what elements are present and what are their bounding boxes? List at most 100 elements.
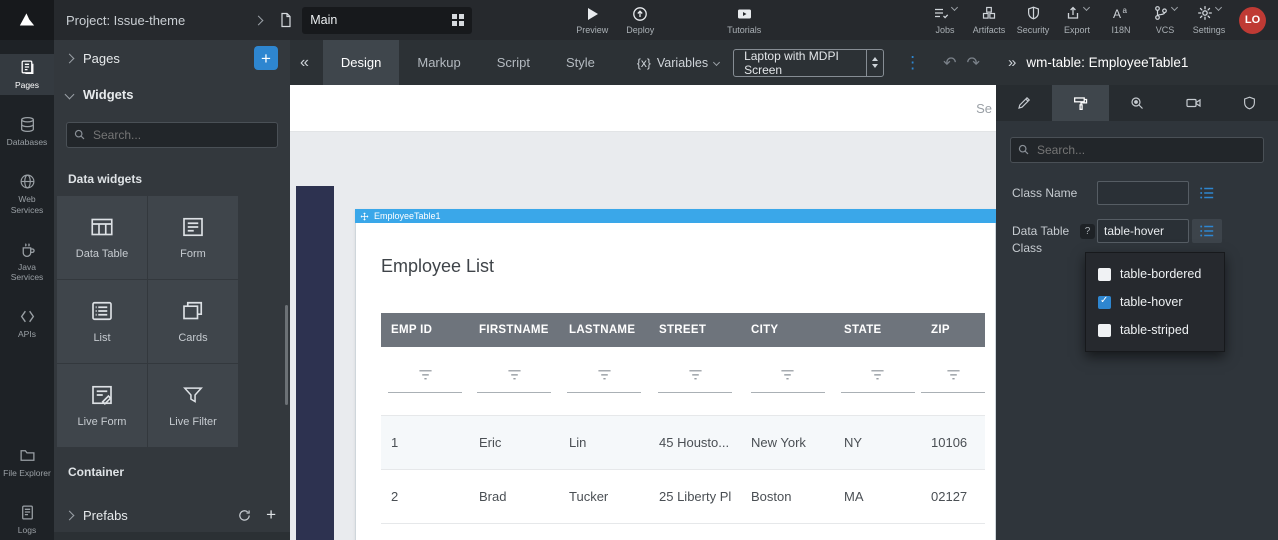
filter-cell[interactable] — [649, 347, 741, 415]
undo-icon[interactable]: ↶ — [943, 53, 956, 73]
filter-funnel-icon[interactable] — [780, 369, 795, 382]
column-header[interactable]: FIRSTNAME — [469, 313, 559, 347]
tab-media[interactable] — [1165, 85, 1221, 121]
widget-card-form[interactable]: Form — [148, 196, 238, 279]
app-page-header[interactable]: Se — [290, 85, 996, 132]
column-header[interactable]: ZIP — [921, 313, 985, 347]
checkbox[interactable] — [1098, 296, 1111, 309]
filter-funnel-icon[interactable] — [597, 369, 612, 382]
column-header[interactable]: LASTNAME — [559, 313, 649, 347]
filter-funnel-icon[interactable] — [688, 369, 703, 382]
filter-cell[interactable] — [834, 347, 921, 415]
filter-input[interactable] — [658, 392, 732, 393]
dropdown-item-table-hover[interactable]: table-hover — [1086, 288, 1224, 316]
tab-styles[interactable] — [1052, 85, 1108, 121]
device-selector[interactable]: Laptop with MDPI Screen — [733, 49, 884, 77]
column-header[interactable]: STREET — [649, 313, 741, 347]
add-page-button[interactable]: + — [254, 46, 278, 70]
data-table-class-input[interactable] — [1097, 219, 1189, 243]
filter-cell[interactable] — [559, 347, 649, 415]
employee-table[interactable]: EMP ID FIRSTNAME LASTNAME STREET CITY ST… — [381, 313, 985, 540]
tab-design[interactable]: Design — [323, 40, 399, 85]
panel-scrollbar[interactable] — [285, 305, 288, 405]
filter-funnel-icon[interactable] — [946, 369, 961, 382]
filter-cell[interactable] — [741, 347, 834, 415]
widget-card-live-filter[interactable]: Live Filter — [148, 364, 238, 447]
user-avatar[interactable]: LO — [1239, 7, 1266, 34]
widget-search-input[interactable] — [66, 122, 278, 148]
column-header[interactable]: EMP ID — [381, 313, 469, 347]
tab-script[interactable]: Script — [479, 40, 548, 85]
i18n-button[interactable]: Aa I18N — [1101, 5, 1141, 35]
help-icon[interactable]: ? — [1080, 224, 1095, 239]
redo-icon[interactable]: ↷ — [966, 53, 979, 73]
design-canvas[interactable]: Se EmployeeTable1 Employee List — [290, 85, 996, 540]
properties-search-input[interactable] — [1010, 137, 1264, 163]
tab-inspect[interactable] — [1109, 85, 1165, 121]
filter-input[interactable] — [477, 392, 551, 393]
preview-button[interactable]: Preview — [568, 6, 616, 35]
prefabs-section-header[interactable]: Prefabs + — [54, 497, 290, 533]
tutorials-button[interactable]: Tutorials — [720, 6, 768, 35]
page-selector[interactable]: Main — [302, 7, 472, 34]
rail-item-web-services[interactable]: Web Services — [0, 168, 54, 219]
tab-security[interactable] — [1222, 85, 1278, 121]
settings-button[interactable]: Settings — [1189, 5, 1229, 35]
variables-button[interactable]: {x} Variables — [637, 56, 719, 70]
filter-funnel-icon[interactable] — [870, 369, 885, 382]
checkbox[interactable] — [1098, 324, 1111, 337]
filter-cell[interactable] — [381, 347, 469, 415]
filter-input[interactable] — [921, 392, 985, 393]
more-menu-icon[interactable]: ⋮ — [904, 54, 921, 71]
widgets-section-header[interactable]: Widgets — [54, 76, 290, 112]
column-header[interactable]: STATE — [834, 313, 921, 347]
app-page-body[interactable]: EmployeeTable1 Employee List EMP ID FIRS… — [290, 132, 996, 540]
table-row-partial[interactable] — [381, 523, 985, 540]
rail-item-file-explorer[interactable]: File Explorer — [0, 442, 54, 483]
security-button[interactable]: Security — [1013, 5, 1053, 35]
artifacts-button[interactable]: Artifacts — [969, 5, 1009, 35]
export-button[interactable]: Export — [1057, 5, 1097, 35]
table-title[interactable]: Employee List — [381, 256, 494, 277]
tab-properties[interactable] — [996, 85, 1052, 121]
dropdown-item-table-bordered[interactable]: table-bordered — [1086, 260, 1224, 288]
widget-card-data-table[interactable]: Data Table — [57, 196, 147, 279]
filter-input[interactable] — [841, 392, 915, 393]
widget-selection-bar[interactable]: EmployeeTable1 — [355, 209, 996, 223]
rail-item-apis[interactable]: APIs — [0, 303, 54, 344]
deploy-button[interactable]: Deploy — [616, 6, 664, 35]
widget-card-cards[interactable]: Cards — [148, 280, 238, 363]
filter-input[interactable] — [567, 392, 641, 393]
filter-funnel-icon[interactable] — [418, 369, 433, 382]
column-header[interactable]: CITY — [741, 313, 834, 347]
project-chevron-icon[interactable] — [254, 15, 264, 25]
class-name-input[interactable] — [1097, 181, 1189, 205]
widget-card-live-form[interactable]: Live Form — [57, 364, 147, 447]
wavemaker-logo[interactable] — [0, 0, 54, 40]
collapse-right-panel-icon[interactable]: » — [1008, 54, 1016, 71]
rail-item-databases[interactable]: Databases — [0, 111, 54, 152]
class-name-list-button[interactable] — [1192, 181, 1222, 205]
refresh-prefabs-button[interactable] — [235, 506, 254, 525]
app-search-text[interactable]: Se — [976, 101, 992, 116]
dropdown-item-table-striped[interactable]: table-striped — [1086, 316, 1224, 344]
filter-input[interactable] — [388, 392, 462, 393]
app-left-nav[interactable] — [296, 186, 334, 540]
rail-item-java-services[interactable]: Java Services — [0, 236, 54, 287]
filter-funnel-icon[interactable] — [507, 369, 522, 382]
jobs-button[interactable]: Jobs — [925, 5, 965, 35]
checkbox[interactable] — [1098, 268, 1111, 281]
rail-item-logs[interactable]: Logs — [0, 499, 54, 540]
grid-icon[interactable] — [452, 14, 464, 26]
vcs-button[interactable]: VCS — [1145, 5, 1185, 35]
data-table-class-list-button[interactable] — [1192, 219, 1222, 243]
table-row[interactable]: 2 Brad Tucker 25 Liberty Pl Boston MA 02… — [381, 469, 985, 523]
table-row[interactable]: 1 Eric Lin 45 Housto... New York NY 1010… — [381, 415, 985, 469]
rail-item-pages[interactable]: Pages — [0, 54, 54, 95]
filter-input[interactable] — [751, 392, 825, 393]
tab-markup[interactable]: Markup — [399, 40, 478, 85]
add-prefab-button[interactable]: + — [264, 503, 278, 527]
filter-cell[interactable] — [469, 347, 559, 415]
widget-card-list[interactable]: List — [57, 280, 147, 363]
filter-cell[interactable] — [921, 347, 985, 415]
